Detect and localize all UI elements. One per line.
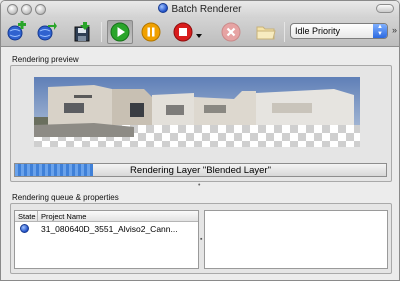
vertical-splitter-handle[interactable]: ▪ <box>200 236 202 243</box>
remove-project-button[interactable] <box>218 20 244 44</box>
batch-renderer-window: Batch Renderer Idle Priority ▲ ▼ » Rende… <box>0 0 400 281</box>
window-title-wrap: Batch Renderer <box>1 3 399 15</box>
updown-arrows-icon: ▲ ▼ <box>373 24 387 38</box>
stop-render-button[interactable] <box>171 20 207 44</box>
preview-section-label: Rendering preview <box>12 55 79 64</box>
delete-x-icon <box>221 22 241 42</box>
queue-section-label: Rendering queue & properties <box>12 193 119 202</box>
title-bar: Batch Renderer <box>1 1 399 18</box>
column-header-project-name[interactable]: Project Name <box>41 212 86 221</box>
column-divider <box>37 211 38 222</box>
table-header: State Project Name <box>15 211 198 222</box>
stop-icon <box>173 22 202 42</box>
render-progress-label: Rendering Layer "Blended Layer" <box>130 165 271 176</box>
toolbar-toggle-button[interactable] <box>376 4 394 13</box>
save-disk-icon <box>74 22 90 42</box>
render-queue-table: State Project Name 31_080640D_3551_Alvis… <box>14 210 199 269</box>
splitter-handle[interactable]: • <box>198 182 200 189</box>
panorama-preview-image <box>34 77 360 147</box>
properties-panel <box>204 210 388 269</box>
folder-icon <box>256 26 276 40</box>
play-icon <box>110 22 130 42</box>
pause-render-button[interactable] <box>138 20 164 44</box>
open-folder-button[interactable] <box>253 20 279 44</box>
add-globe-arrow-icon <box>37 22 57 41</box>
priority-select[interactable]: Idle Priority ▲ ▼ <box>290 23 388 39</box>
save-button[interactable] <box>69 20 95 44</box>
pause-icon <box>141 22 161 42</box>
render-progress-bar: Rendering Layer "Blended Layer" <box>14 163 387 177</box>
project-name-cell: 31_080640D_3551_Alviso2_Cann... <box>41 224 178 234</box>
toolbar-separator <box>101 22 102 42</box>
toolbar-overflow-button[interactable]: » <box>392 25 397 35</box>
chevron-down-icon <box>196 34 202 38</box>
column-header-state[interactable]: State <box>18 212 36 221</box>
app-globe-icon <box>158 3 169 13</box>
table-row[interactable]: 31_080640D_3551_Alviso2_Cann... <box>15 222 198 235</box>
start-render-button[interactable] <box>107 20 133 44</box>
state-globe-icon <box>20 224 29 233</box>
window-title: Batch Renderer <box>171 4 242 15</box>
add-globe-icon <box>7 21 26 41</box>
priority-select-value: Idle Priority <box>295 26 341 36</box>
add-project-button[interactable] <box>4 20 30 44</box>
toolbar-separator <box>284 22 285 42</box>
add-folder-button[interactable] <box>34 20 60 44</box>
